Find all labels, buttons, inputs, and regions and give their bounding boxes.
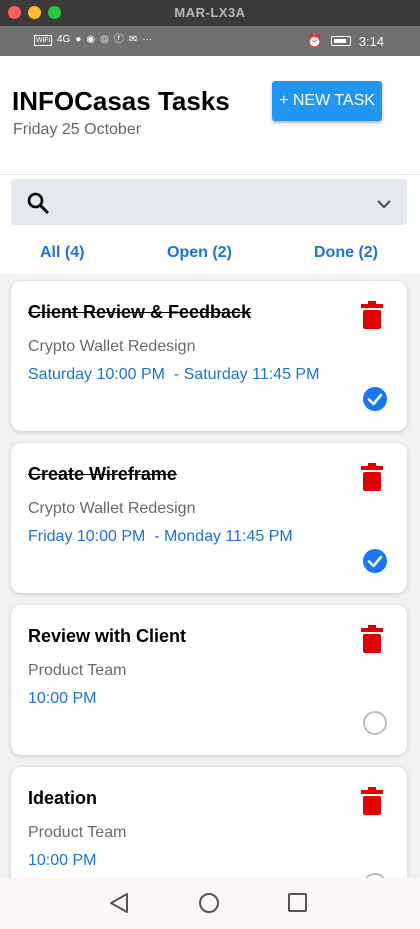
window-titlebar: MAR-LX3A [0,0,420,26]
mail-icon: ✉ [128,34,138,45]
filter-tabs: All (4) Open (2) Done (2) [0,232,420,274]
empty-circle-icon[interactable] [363,711,387,735]
task-time: 10:00 PM [28,690,97,707]
app-header: INFOCasas Tasks Friday 25 October + NEW … [0,56,420,175]
task-title: Client Review & Feedback [28,302,252,322]
check-circle-icon[interactable] [363,387,387,411]
trash-icon[interactable] [361,625,383,658]
task-card[interactable]: Create Wireframe Crypto Wallet Redesign … [11,443,407,593]
trash-icon[interactable] [361,301,383,334]
more-notifications-icon: ··· [142,34,153,45]
instagram-icon: ◎ [100,34,109,45]
check-circle-icon[interactable] [363,549,387,573]
task-time: 10:00 PM [28,852,97,869]
task-list: Client Review & Feedback Crypto Wallet R… [0,274,420,878]
status-bar: WiFi 4G ● ◉ ◎ ⓕ ✉ ··· ⏰ 3:14 [0,26,420,56]
wifi-icon: WiFi [34,34,52,46]
notification-icon: ● [75,34,82,45]
page-title: INFOCasas Tasks [12,86,230,116]
recents-icon[interactable] [287,892,309,919]
current-date: Friday 25 October [13,121,142,138]
task-time: Friday 10:00 PM - Monday 11:45 PM [28,528,293,545]
tab-done[interactable]: Done (2) [314,244,378,262]
tab-open[interactable]: Open (2) [167,244,232,262]
battery-icon [330,36,351,46]
trash-icon[interactable] [361,463,383,496]
window-title: MAR-LX3A [174,5,246,20]
navigation-bar [0,878,420,929]
task-project: Crypto Wallet Redesign [28,500,196,517]
task-project: Product Team [28,662,127,679]
tab-all[interactable]: All (4) [40,244,84,262]
task-title: Review with Client [28,626,187,646]
task-project: Product Team [28,824,127,841]
task-card[interactable]: Client Review & Feedback Crypto Wallet R… [11,281,407,431]
task-time: Saturday 10:00 PM - Saturday 11:45 PM [28,366,320,383]
signal-icon: 4G [57,34,71,45]
task-title: Ideation [28,788,98,808]
home-icon[interactable] [198,892,220,919]
new-task-button[interactable]: + NEW TASK [272,81,382,121]
back-icon[interactable] [109,892,129,919]
search-icon[interactable] [27,192,49,219]
trash-icon[interactable] [361,787,383,820]
clock: 3:14 [358,33,384,49]
task-card[interactable]: Ideation Product Team 10:00 PM [11,767,407,878]
task-title: Create Wireframe [28,464,177,484]
facebook-icon: ⓕ [113,34,124,45]
chevron-down-icon[interactable] [377,196,391,214]
notification-icon: ◉ [86,34,96,45]
search-input[interactable] [61,189,361,215]
task-project: Crypto Wallet Redesign [28,338,196,355]
task-card[interactable]: Review with Client Product Team 10:00 PM [11,605,407,755]
alarm-icon: ⏰ [306,33,323,48]
search-bar [11,179,407,225]
